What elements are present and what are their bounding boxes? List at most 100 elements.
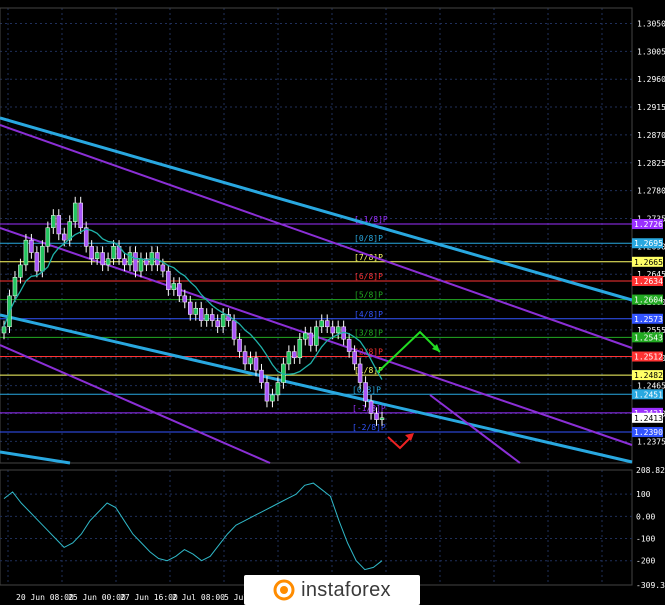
candle (122, 258, 127, 266)
candle (23, 239, 29, 266)
cci-tick-label: -200 (636, 557, 655, 566)
candle (330, 326, 335, 334)
watermark-text: instaforex (301, 578, 391, 601)
price-tick-label: 1.2465 (637, 382, 665, 391)
cci-tick-label: 0.00 (636, 512, 655, 521)
price-tag: 1.2482 (634, 371, 663, 380)
candle (78, 202, 83, 229)
candle (100, 252, 105, 266)
candle (259, 369, 264, 383)
price-tick-label: 1.3005 (637, 47, 665, 56)
candle (242, 351, 248, 365)
candle (319, 320, 324, 328)
candle (231, 320, 237, 340)
price-chart: [-1/8]P[0/8]P[7/8]P[6/8]P[5/8]P[4/8]P[3/… (0, 0, 665, 605)
candle (182, 295, 188, 303)
candle (352, 351, 357, 365)
price-tick-label: 1.3050 (637, 19, 665, 28)
candle (138, 258, 144, 272)
candle (314, 326, 319, 346)
price-tag: 1.2512 (634, 353, 663, 362)
price-tick-label: 1.2375 (637, 437, 665, 446)
candle (18, 264, 23, 278)
price-tag: 1.2634 (634, 277, 663, 286)
price-tick-label: 1.2960 (637, 75, 665, 84)
price-tag: 1.2451 (634, 390, 663, 399)
candle (45, 227, 51, 247)
candle (324, 320, 330, 328)
murrey-label: [6/8]P (354, 272, 383, 281)
candle (198, 307, 204, 321)
murrey-label: [3/8]P (354, 328, 383, 337)
candle (379, 417, 385, 420)
candle (220, 314, 226, 328)
candle (177, 283, 182, 297)
time-tick-label: 20 Jun 08:00 (16, 593, 74, 602)
candle (188, 301, 193, 315)
candle (335, 326, 341, 334)
price-tag: 1.2726 (634, 220, 663, 229)
candle (346, 338, 352, 352)
time-tick-label: 25 Jun 00:00 (68, 593, 126, 602)
candle (363, 382, 368, 402)
murrey-label: [5/8]P (354, 291, 383, 300)
price-tick-label: 1.2825 (637, 159, 665, 168)
price-tag: 1.2413 (634, 414, 663, 423)
price-tick-label: 1.2780 (637, 187, 665, 196)
candle (209, 314, 215, 321)
grid-lines (0, 0, 665, 605)
candle (237, 338, 242, 352)
cci-tick-label: 208.8249 (636, 466, 665, 475)
price-tag: 1.2604 (634, 296, 663, 305)
candle (215, 320, 220, 328)
price-tag: 1.2573 (634, 315, 663, 324)
candle (292, 351, 297, 359)
instaforex-watermark: instaforex (244, 575, 420, 605)
price-tag: 1.2665 (634, 258, 663, 267)
murrey-label: [-2/8]P (352, 423, 386, 432)
candle (56, 215, 62, 235)
candle (51, 215, 56, 229)
candle (308, 332, 314, 346)
candle (253, 357, 259, 371)
candle (29, 239, 34, 253)
time-tick-label: 27 Jun 16:00 (120, 593, 178, 602)
candle (34, 252, 40, 272)
candle (72, 202, 78, 222)
candle (357, 363, 363, 383)
price-tag: 1.2543 (634, 333, 663, 342)
candle (1, 326, 7, 334)
candle (264, 382, 270, 402)
candle (270, 394, 275, 402)
cci-tick-label: -100 (636, 535, 655, 544)
time-axis: 20 Jun 08:0025 Jun 00:0027 Jun 16:002 Ju… (16, 593, 258, 602)
candle (94, 252, 100, 259)
candle (374, 413, 379, 420)
candle (160, 264, 166, 272)
candle (275, 382, 281, 396)
candle (166, 270, 171, 290)
price-tag: 1.2695 (634, 239, 663, 248)
candle (105, 258, 111, 266)
candle (111, 246, 116, 259)
time-tick-label: 2 Jul 08:00 (172, 593, 225, 602)
price-tick-label: 1.2870 (637, 131, 665, 140)
candle (171, 283, 177, 290)
instaforex-logo-icon (273, 579, 295, 601)
cci-tick-label: -309.3220 (636, 581, 665, 590)
candle (62, 233, 67, 241)
price-tag: 1.2390 (634, 428, 663, 437)
candle (248, 357, 253, 365)
candle (303, 332, 308, 340)
price-tick-label: 1.2915 (637, 103, 665, 112)
candle (368, 400, 374, 414)
candle (89, 246, 94, 259)
candle (127, 252, 133, 266)
candle (297, 338, 303, 359)
candle (40, 246, 45, 272)
candle (204, 314, 209, 321)
candle (12, 277, 18, 297)
candle (133, 252, 138, 272)
murrey-label: [4/8]P (354, 310, 383, 319)
candle (286, 351, 292, 365)
